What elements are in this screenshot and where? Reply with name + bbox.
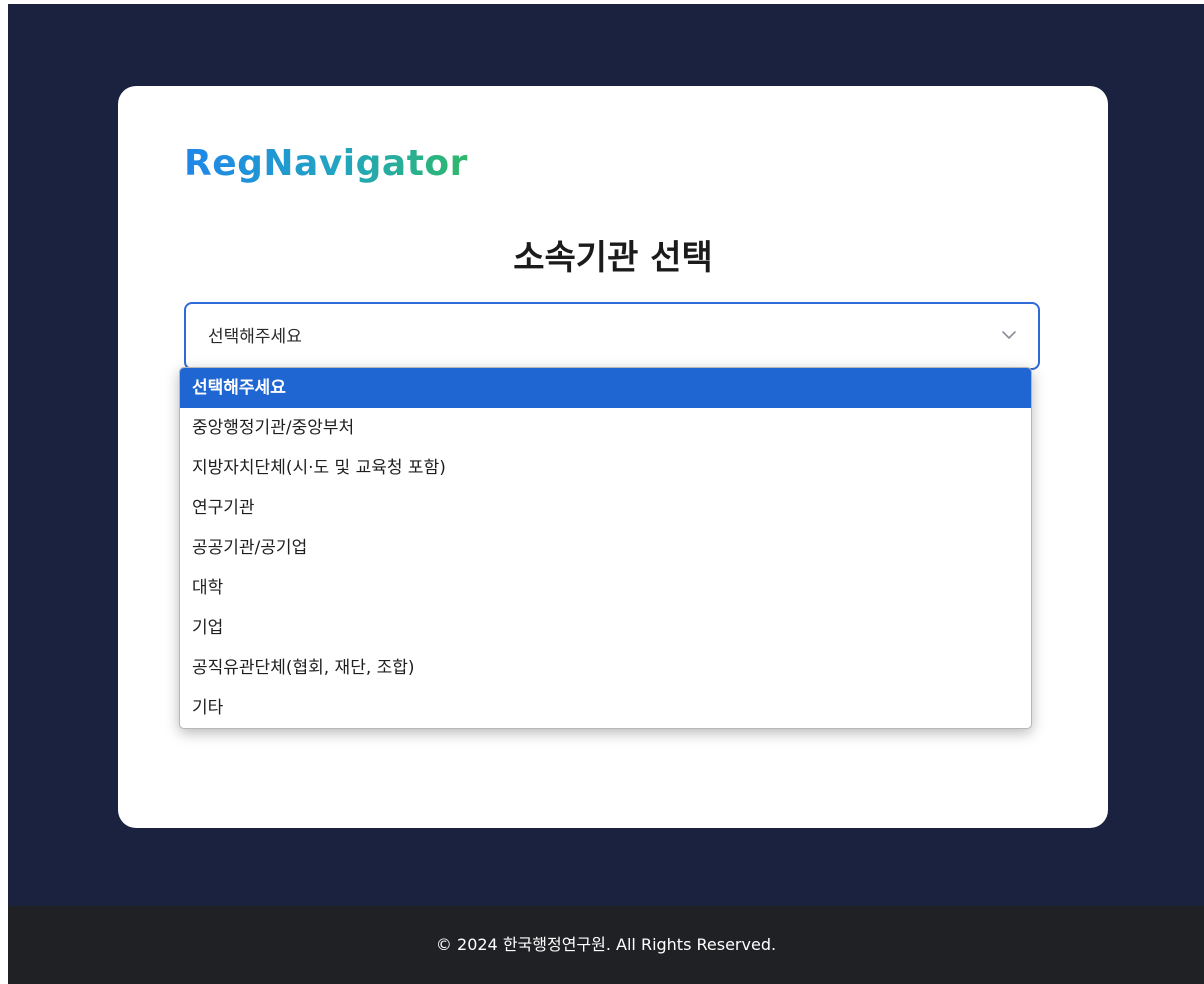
dropdown-option[interactable]: 대학	[180, 568, 1031, 608]
chevron-down-icon	[1002, 331, 1016, 339]
dropdown-option[interactable]: 기업	[180, 608, 1031, 648]
dropdown-option[interactable]: 공공기관/공기업	[180, 528, 1031, 568]
dropdown-option[interactable]: 연구기관	[180, 488, 1031, 528]
dropdown-option[interactable]: 기타	[180, 688, 1031, 728]
regnavigator-logo: RegNavigator	[184, 143, 468, 184]
dropdown-option[interactable]: 지방자치단체(시·도 및 교육청 포함)	[180, 448, 1031, 488]
footer: © 2024 한국행정연구원. All Rights Reserved.	[8, 906, 1204, 984]
organization-select[interactable]: 선택해주세요	[184, 302, 1040, 370]
dropdown-option[interactable]: 공직유관단체(협회, 재단, 조합)	[180, 648, 1031, 688]
page-title: 소속기관 선택	[513, 238, 713, 278]
dropdown-option[interactable]: 중앙행정기관/중앙부처	[180, 408, 1031, 448]
copyright-text: © 2024 한국행정연구원. All Rights Reserved.	[435, 935, 777, 954]
dropdown-option[interactable]: 선택해주세요	[180, 368, 1031, 408]
organization-dropdown-list: 선택해주세요 중앙행정기관/중앙부처 지방자치단체(시·도 및 교육청 포함) …	[179, 367, 1032, 729]
select-current-value: 선택해주세요	[208, 327, 302, 347]
